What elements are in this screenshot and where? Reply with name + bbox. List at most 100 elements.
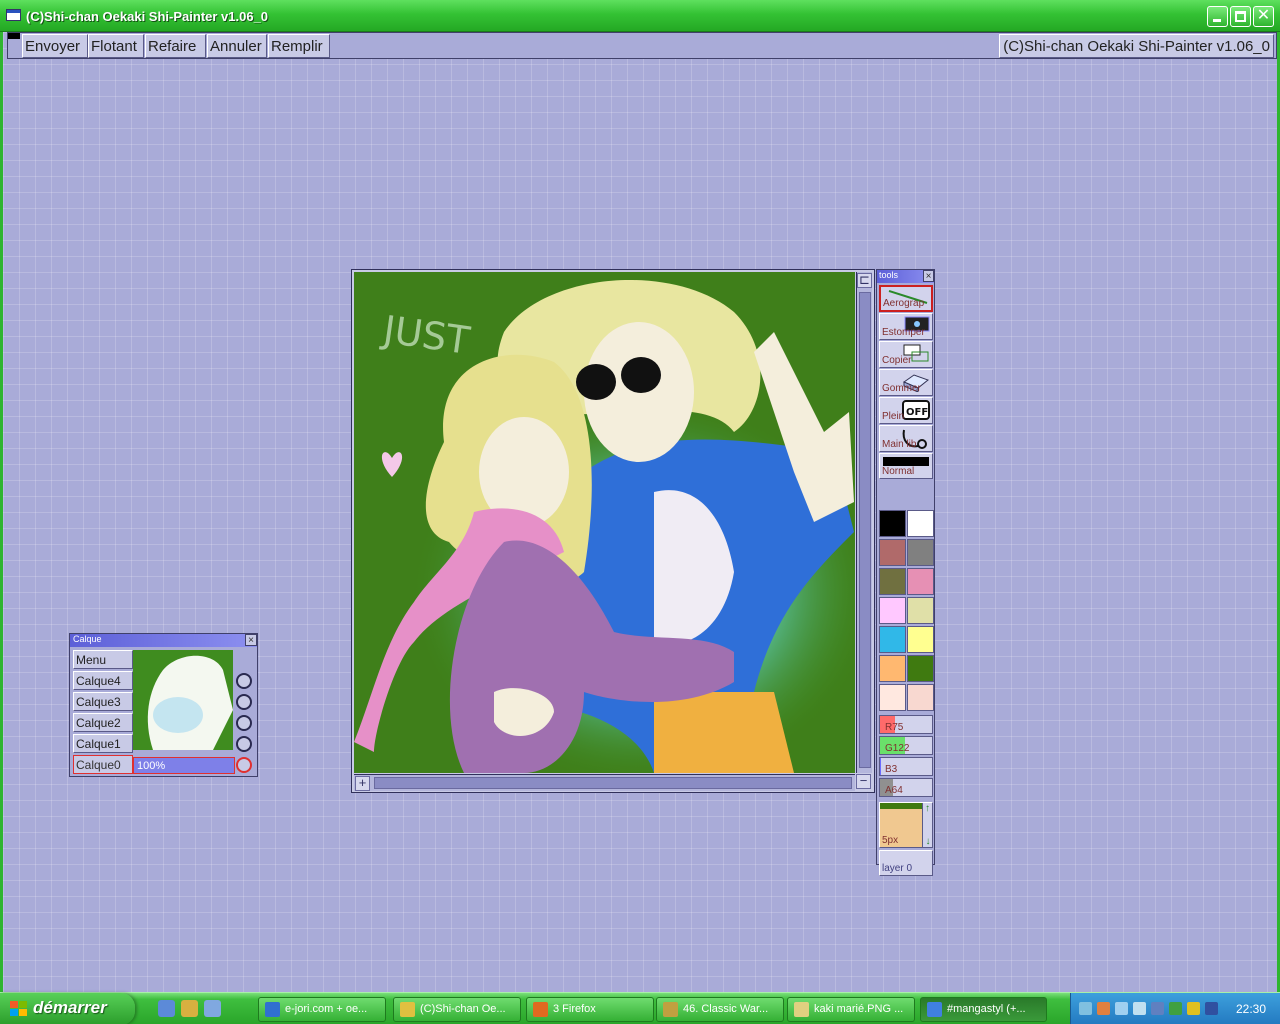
window-title: (C)Shi-chan Oekaki Shi-Painter v1.06_0 [26, 9, 269, 24]
maximize-icon [1235, 11, 1246, 22]
blend-mode-selector[interactable]: Normal [879, 453, 933, 479]
menu-envoyer-button[interactable]: Envoyer [22, 34, 88, 58]
fill-off-icon: OFF [902, 400, 930, 420]
layers-palette-close-icon[interactable]: × [245, 634, 257, 646]
color-swatch[interactable] [907, 597, 934, 624]
drawing-canvas[interactable]: JUST [354, 272, 855, 773]
tool-estomper-button[interactable]: Estomper [879, 313, 933, 340]
layer-calque3-button[interactable]: Calque3 [73, 692, 133, 711]
close-button[interactable]: ✕ [1253, 6, 1274, 27]
quicklaunch-browser-icon[interactable] [158, 1000, 175, 1017]
tool-copier-button[interactable]: Copier [879, 341, 933, 368]
tool-aerograph-button[interactable]: Aerograp [879, 285, 933, 312]
slider-fill [880, 758, 881, 775]
minimize-icon [1213, 19, 1221, 22]
color-swatch[interactable] [879, 568, 906, 595]
layers-palette: Calque × Menu Calque4 Calque3 Calque2 Ca… [69, 633, 258, 777]
tray-computer-icon[interactable] [1133, 1002, 1146, 1015]
color-swatch[interactable] [907, 510, 934, 537]
tool-label: Plein [882, 411, 905, 422]
tray-signal-icon[interactable] [1169, 1002, 1182, 1015]
task-label: kaki marié.PNG ... [814, 1003, 904, 1015]
color-swatch[interactable] [907, 626, 934, 653]
app-window-icon [6, 9, 21, 21]
tray-network-icon[interactable] [1079, 1002, 1092, 1015]
taskbar-task-button[interactable]: kaki marié.PNG ... [787, 997, 915, 1022]
current-layer-indicator[interactable]: layer 0 [879, 850, 933, 876]
color-slider[interactable]: G122 [879, 736, 933, 755]
color-slider[interactable]: R75 [879, 715, 933, 734]
canvas-horizontal-scrollbar[interactable]: + [354, 774, 855, 791]
maximize-button[interactable] [1230, 6, 1251, 27]
color-swatch[interactable] [879, 655, 906, 682]
current-color-bar [883, 457, 929, 466]
system-tray: 22:30 [1070, 993, 1280, 1024]
color-slider[interactable]: A64 [879, 778, 933, 797]
brush-size-control[interactable]: ↑ ↓ 5px [879, 802, 933, 848]
slider-label: G122 [885, 743, 910, 754]
start-button[interactable]: démarrer [0, 993, 135, 1024]
window-titlebar: (C)Shi-chan Oekaki Shi-Painter v1.06_0 ✕ [0, 0, 1280, 32]
layer-calque1-button[interactable]: Calque1 [73, 734, 133, 753]
color-swatch[interactable] [879, 539, 906, 566]
layer-preview-thumbnail [133, 650, 233, 750]
tool-label: Copier [882, 355, 912, 366]
tray-app-icon[interactable] [1097, 1002, 1110, 1015]
layer-calque4-visibility-toggle[interactable] [236, 673, 252, 689]
tools-palette-close-icon[interactable]: × [923, 270, 934, 282]
menu-flotant-button[interactable]: Flotant [88, 34, 144, 58]
zoom-out-button[interactable]: − [856, 774, 871, 789]
canvas-vertical-scrollbar[interactable]: ⊏ [856, 272, 872, 773]
size-down-icon[interactable]: ↓ [923, 836, 932, 847]
brush-size-arrows[interactable]: ↑ ↓ [922, 803, 932, 847]
vertical-scroll-thumb[interactable] [859, 292, 871, 768]
tray-shield-icon[interactable] [1205, 1002, 1218, 1015]
color-swatch[interactable] [907, 684, 934, 711]
taskbar-task-button[interactable]: #mangastyl (+... [920, 997, 1047, 1022]
taskbar-task-button[interactable]: e-jori.com + oe... [258, 997, 386, 1022]
color-swatch[interactable] [879, 597, 906, 624]
color-swatch[interactable] [907, 539, 934, 566]
zoom-in-button[interactable]: + [355, 776, 370, 791]
tool-plein-button[interactable]: OFF Plein [879, 397, 933, 424]
tray-monitor-icon[interactable] [1115, 1002, 1128, 1015]
task-label: e-jori.com + oe... [285, 1003, 368, 1015]
layers-palette-header[interactable]: Calque × [70, 634, 257, 647]
menu-refaire-button[interactable]: Refaire [145, 34, 206, 58]
menubar-app-label: (C)Shi-chan Oekaki Shi-Painter v1.06_0 [999, 34, 1274, 58]
layer-calque0-visibility-toggle[interactable] [236, 757, 252, 773]
layer-calque4-button[interactable]: Calque4 [73, 671, 133, 690]
taskbar-task-button[interactable]: 46. Classic War... [656, 997, 784, 1022]
horizontal-scroll-thumb[interactable] [374, 777, 852, 789]
quicklaunch-app-icon[interactable] [181, 1000, 198, 1017]
layer-calque0-button[interactable]: Calque0 [73, 755, 133, 774]
tools-palette-header[interactable]: tools × [877, 270, 934, 283]
size-up-icon[interactable]: ↑ [923, 803, 932, 814]
layer-opacity-slider[interactable]: 100% [133, 757, 235, 774]
layer-calque3-visibility-toggle[interactable] [236, 694, 252, 710]
menu-remplir-button[interactable]: Remplir [268, 34, 330, 58]
color-swatch[interactable] [879, 684, 906, 711]
menu-annuler-button[interactable]: Annuler [207, 34, 267, 58]
tools-palette: tools × Aerograp Estomper Copier Gommer … [876, 269, 935, 876]
color-slider[interactable]: B3 [879, 757, 933, 776]
tray-flag-icon[interactable] [1187, 1002, 1200, 1015]
tool-main-libre-button[interactable]: Main lib [879, 425, 933, 452]
canvas-flag-button[interactable]: ⊏ [857, 273, 872, 288]
layer-calque1-visibility-toggle[interactable] [236, 736, 252, 752]
color-swatch[interactable] [907, 568, 934, 595]
layer-calque2-button[interactable]: Calque2 [73, 713, 133, 732]
menubar-corner-handle[interactable] [8, 33, 20, 39]
tool-gommer-button[interactable]: Gommer [879, 369, 933, 396]
tray-volume-icon[interactable] [1151, 1002, 1164, 1015]
layer-calque2-visibility-toggle[interactable] [236, 715, 252, 731]
minimize-button[interactable] [1207, 6, 1228, 27]
color-swatch[interactable] [879, 626, 906, 653]
tool-label: Aerograp [883, 298, 925, 309]
taskbar-task-button[interactable]: 3 Firefox [526, 997, 654, 1022]
quicklaunch-search-icon[interactable] [204, 1000, 221, 1017]
layers-menu-button[interactable]: Menu [73, 650, 133, 669]
color-swatch[interactable] [907, 655, 934, 682]
taskbar-task-button[interactable]: (C)Shi-chan Oe... [393, 997, 521, 1022]
color-swatch[interactable] [879, 510, 906, 537]
